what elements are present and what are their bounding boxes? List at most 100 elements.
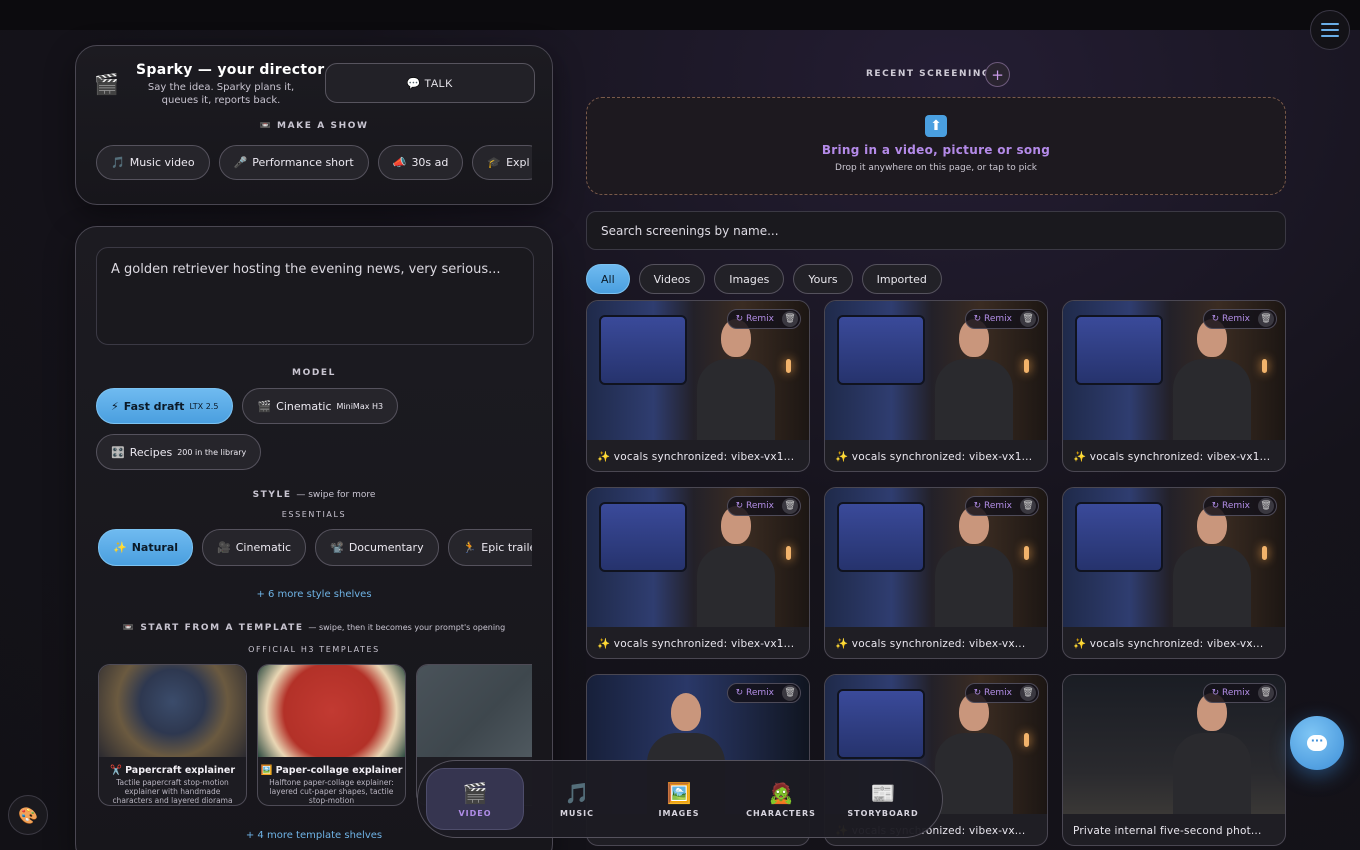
screening-caption: ✨ vocals synchronized: vibex-vx1...: [835, 451, 1033, 463]
trash-icon[interactable]: 🗑: [1258, 685, 1274, 701]
style-icon: ✨: [113, 541, 127, 554]
screening-card[interactable]: ↻ Remix 🗑 ✨ vocals synchronized: vibex-vx1…: [586, 300, 810, 472]
chat-bubble-icon: ···: [1307, 735, 1327, 751]
hamburger-menu-icon: [1321, 23, 1339, 37]
thumb-person: [1169, 693, 1255, 814]
music-icon: 🎵: [564, 780, 590, 805]
show-type-label: Performance short: [252, 156, 354, 169]
palette-icon: 🎨: [18, 805, 38, 825]
screening-card[interactable]: ↻ Remix 🗑 ✨ vocals synchronized: vibex-vx1…: [824, 300, 1048, 472]
recipes-label: Recipes: [129, 445, 173, 459]
prompt-input[interactable]: A golden retriever hosting the evening n…: [96, 247, 534, 345]
template-thumbnail: [99, 665, 246, 757]
thumb-body: [1173, 359, 1251, 440]
recipes-count: 200 in the library: [177, 447, 247, 457]
recipes-chip[interactable]: 🎛️ Recipes 200 in the library: [96, 434, 262, 470]
thumb-person: [693, 319, 779, 440]
talk-button[interactable]: 💬 TALK: [325, 63, 535, 103]
menu-button[interactable]: [1310, 10, 1350, 50]
dock-item-music[interactable]: 🎵 MUSIC: [528, 768, 626, 830]
style-hint: — swipe for more: [296, 490, 376, 500]
thumb-monitor: [837, 502, 925, 572]
model-chip[interactable]: ⚡ Fast draft LTX 2.5: [96, 388, 234, 424]
trash-icon[interactable]: 🗑: [782, 311, 798, 327]
dock-item-images[interactable]: 🖼️ IMAGES: [630, 768, 728, 830]
thumb-body: [935, 359, 1013, 440]
template-thumbnail: [417, 665, 532, 757]
show-type-icon: 🎓: [487, 156, 502, 169]
template-title: 🖼️ Paper-collage explainer: [260, 765, 403, 776]
thumb-monitor: [599, 315, 687, 385]
style-label: Natural: [131, 541, 179, 554]
template-card[interactable]: ✂️ Papercraft explainer Tactile papercraf…: [98, 664, 247, 806]
thumb-monitor: [599, 502, 687, 572]
thumb-monitor: [837, 315, 925, 385]
upload-dropzone[interactable]: ⬆ Bring in a video, picture or song Drop…: [586, 97, 1286, 195]
screening-caption: ✨ vocals synchronized: vibex-vx1...: [597, 451, 795, 463]
screening-card[interactable]: ↻ Remix 🗑 ✨ vocals synchronized: vibex-vx1…: [586, 487, 810, 659]
show-type-label: Music video: [129, 156, 195, 169]
model-tag: MiniMax H3: [336, 401, 384, 411]
dock-item-characters[interactable]: 🧟 CHARACTERS: [732, 768, 830, 830]
trash-icon[interactable]: 🗑: [1258, 311, 1274, 327]
add-screening-button[interactable]: +: [985, 62, 1010, 87]
screening-caption: ✨ vocals synchronized: vibex-vx...: [835, 638, 1026, 650]
style-chip[interactable]: 📽️ Documentary: [315, 529, 439, 566]
thumb-person: [931, 319, 1017, 440]
dock-label: IMAGES: [658, 808, 700, 818]
screening-card[interactable]: ↻ Remix 🗑 ✨ vocals synchronized: vibex-vx1…: [1062, 300, 1286, 472]
thumb-body: [1173, 733, 1251, 814]
filter-tab[interactable]: All: [586, 264, 630, 294]
filter-tab[interactable]: Videos: [638, 264, 706, 294]
template-caption: 📼 START FROM A TEMPLATE: [122, 623, 304, 633]
trash-icon[interactable]: 🗑: [782, 685, 798, 701]
trash-icon[interactable]: 🗑: [782, 498, 798, 514]
show-type-icon: 🎵: [111, 156, 125, 169]
show-type-icon: 📣: [392, 156, 407, 169]
screening-card[interactable]: ↻ Remix 🗑 Private internal five-second pho…: [1062, 674, 1286, 846]
screening-caption: Private internal five-second phot...: [1073, 825, 1262, 837]
more-styles-link[interactable]: + 6 more style shelves: [76, 589, 552, 600]
style-icon: 🏃: [462, 541, 477, 554]
trash-icon[interactable]: 🗑: [1258, 498, 1274, 514]
thumb-monitor: [1075, 315, 1163, 385]
characters-icon: 🧟: [768, 780, 794, 805]
model-icon: 🎬: [257, 399, 272, 413]
style-label: Documentary: [348, 541, 424, 554]
thumb-lamp: [1262, 546, 1267, 560]
chat-button[interactable]: ···: [1290, 716, 1344, 770]
trash-icon[interactable]: 🗑: [1020, 498, 1036, 514]
screening-card[interactable]: ↻ Remix 🗑 ✨ vocals synchronized: vibex-vx.…: [824, 487, 1048, 659]
dock-label: STORYBOARD: [847, 808, 919, 818]
trash-icon[interactable]: 🗑: [1020, 311, 1036, 327]
trash-icon[interactable]: 🗑: [1020, 685, 1036, 701]
thumb-person: [1169, 506, 1255, 627]
template-card[interactable]: 🖼️ Paper-collage explainer Halftone paper…: [257, 664, 406, 806]
screening-card[interactable]: ↻ Remix 🗑 ✨ vocals synchronized: vibex-vx.…: [1062, 487, 1286, 659]
style-chip[interactable]: 🏃 Epic traile: [447, 529, 532, 566]
style-chip[interactable]: ✨ Natural: [98, 529, 194, 566]
show-type-chip[interactable]: 📣 30s ad: [377, 145, 464, 180]
template-title: ✂️ Papercraft explainer: [109, 765, 236, 776]
dock-item-storyboard[interactable]: 📰 STORYBOARD: [834, 768, 932, 830]
dock-item-video[interactable]: 🎬 VIDEO: [426, 768, 524, 830]
filter-tab[interactable]: Images: [714, 264, 785, 294]
style-label: Cinematic: [235, 541, 292, 554]
show-type-chip[interactable]: 🎤 Performance short: [218, 145, 369, 180]
filter-tab[interactable]: Imported: [861, 264, 942, 294]
model-chip[interactable]: 🎬 Cinematic MiniMax H3: [242, 388, 399, 424]
thumb-person: [931, 693, 1017, 814]
filter-tab[interactable]: Yours: [793, 264, 853, 294]
model-tag: LTX 2.5: [189, 401, 219, 411]
dock-label: MUSIC: [559, 808, 595, 818]
style-list: ✨ Natural 🎥 Cinematic 📽️ Documentary 🏃 Epic tra…: [98, 529, 532, 566]
style-chip[interactable]: 🎥 Cinematic: [202, 529, 307, 566]
storyboard-icon: 📰: [870, 780, 896, 805]
palette-button[interactable]: 🎨: [8, 795, 48, 835]
show-type-chip[interactable]: 🎓 Expl: [472, 145, 532, 180]
show-type-chip[interactable]: 🎵 Music video: [96, 145, 210, 180]
search-input[interactable]: Search screenings by name...: [586, 211, 1286, 250]
style-label: Epic traile: [481, 541, 532, 554]
thumb-lamp: [786, 359, 791, 373]
template-description: Halftone paper-collage explainer: layere…: [269, 778, 394, 805]
